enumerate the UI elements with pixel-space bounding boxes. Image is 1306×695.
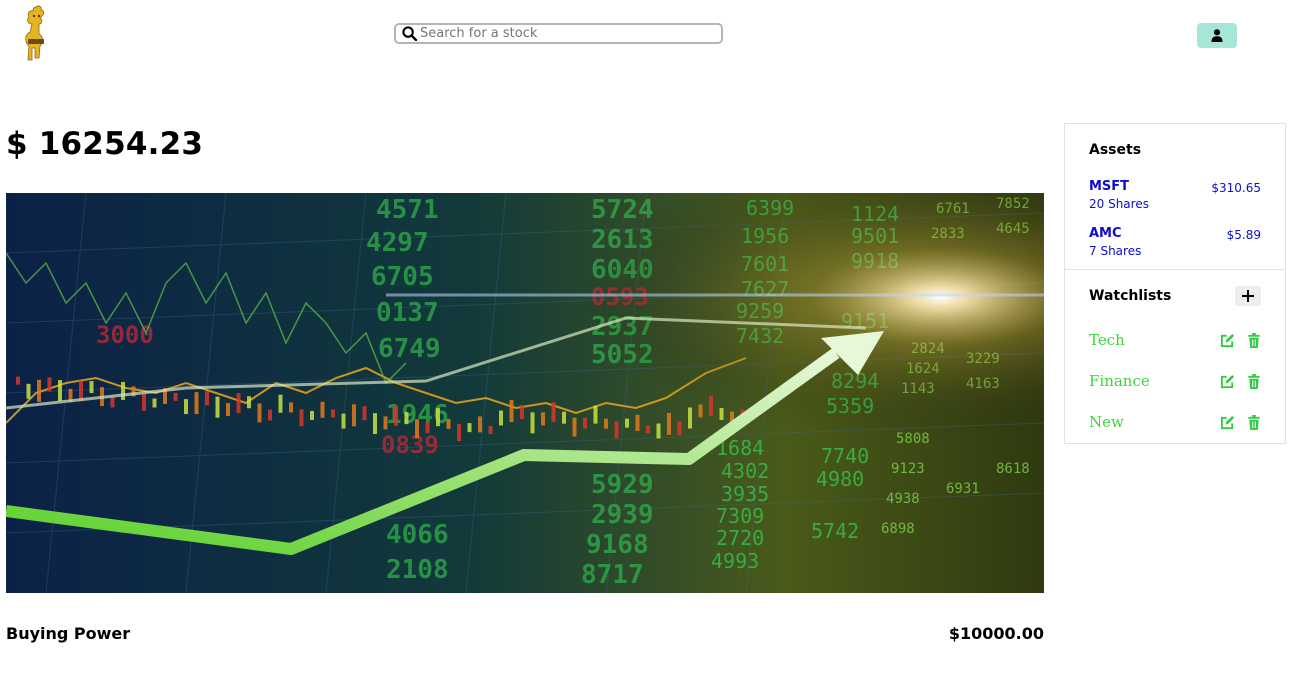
asset-item-msft[interactable]: MSFT 20 Shares $310.65: [1089, 179, 1261, 215]
watchlist-item-tech[interactable]: Tech: [1089, 331, 1261, 353]
user-profile-button[interactable]: [1197, 23, 1237, 48]
trash-icon[interactable]: [1247, 374, 1261, 389]
assets-heading: Assets: [1089, 142, 1142, 158]
asset-shares: 20 Shares: [1089, 197, 1149, 211]
mascot-logo-icon[interactable]: [16, 4, 56, 62]
edit-icon[interactable]: [1220, 415, 1235, 430]
watchlists-heading: Watchlists: [1089, 288, 1172, 304]
asset-price: $310.65: [1211, 181, 1261, 195]
asset-symbol[interactable]: AMC: [1089, 226, 1122, 241]
add-watchlist-button[interactable]: [1235, 286, 1261, 306]
sidebar-divider: [1065, 269, 1285, 270]
stock-market-hero-image: 457142976705 013767491946 40662108 57242…: [6, 193, 1044, 593]
watchlist-name[interactable]: Tech: [1089, 331, 1125, 349]
stock-search-bar[interactable]: [394, 23, 723, 44]
user-icon: [1211, 29, 1223, 42]
asset-shares: 7 Shares: [1089, 244, 1142, 258]
edit-icon[interactable]: [1220, 374, 1235, 389]
portfolio-balance: $ 16254.23: [6, 126, 204, 162]
asset-symbol[interactable]: MSFT: [1089, 179, 1129, 194]
plus-icon: [1242, 290, 1254, 302]
asset-item-amc[interactable]: AMC 7 Shares $5.89: [1089, 226, 1261, 262]
watchlist-name[interactable]: Finance: [1089, 372, 1150, 390]
buying-power-label: Buying Power: [6, 624, 131, 643]
edit-icon[interactable]: [1220, 333, 1235, 348]
asset-price: $5.89: [1226, 228, 1261, 242]
portfolio-sidebar: Assets MSFT 20 Shares $310.65 AMC 7 Shar…: [1064, 123, 1286, 444]
watchlist-item-finance[interactable]: Finance: [1089, 372, 1261, 394]
watchlist-item-new[interactable]: New: [1089, 413, 1261, 435]
search-icon: [402, 26, 417, 41]
trash-icon[interactable]: [1247, 333, 1261, 348]
buying-power-value: $10000.00: [948, 624, 1044, 643]
search-input[interactable]: [420, 25, 710, 42]
watchlist-name[interactable]: New: [1089, 413, 1124, 431]
trash-icon[interactable]: [1247, 415, 1261, 430]
